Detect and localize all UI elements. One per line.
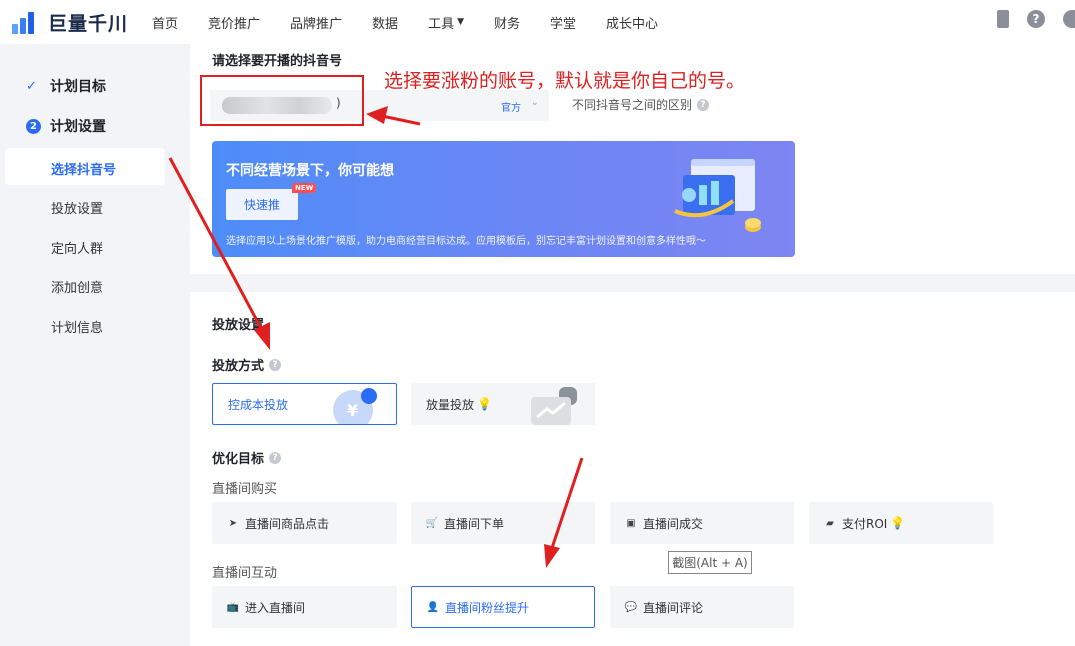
annotation-text: 选择要涨粉的账号，默认就是你自己的号。 — [384, 70, 746, 92]
nav-bidding[interactable]: 竞价推广 — [208, 13, 260, 32]
step-plan-settings[interactable]: 2 计划设置 — [26, 116, 106, 136]
account-diff-label: 不同抖音号之间的区别 — [572, 98, 693, 112]
help-icon[interactable]: ? — [1027, 10, 1045, 28]
target-product-click[interactable]: ➤ 直播间商品点击 — [212, 502, 397, 544]
yuan-icon: ¥ — [333, 388, 377, 424]
new-badge: NEW — [292, 183, 317, 193]
target-fans-growth[interactable]: 👤 直播间粉丝提升 — [411, 586, 595, 628]
add-icon[interactable] — [1063, 10, 1075, 28]
target-pay-roi-label: 支付ROI — [842, 516, 888, 531]
user-add-icon: 👤 — [426, 601, 440, 613]
question-icon[interactable]: ? — [269, 358, 282, 371]
nav-brand[interactable]: 品牌推广 — [290, 13, 342, 32]
top-icon-group: ? — [997, 10, 1075, 28]
logo-icon — [12, 10, 42, 34]
bulb-icon: 💡 — [890, 516, 906, 530]
target-fans-growth-label: 直播间粉丝提升 — [445, 600, 530, 615]
chevron-down-icon: ⌄ — [530, 97, 539, 108]
target-comment-label: 直播间评论 — [643, 600, 704, 615]
target-enter-live-label: 进入直播间 — [245, 600, 306, 615]
quick-promote-button[interactable]: 快速推 — [226, 189, 298, 220]
target-pay-roi[interactable]: ▰ 支付ROI 💡 — [809, 502, 993, 544]
nav-finance[interactable]: 财务 — [494, 13, 520, 32]
brand-logo[interactable]: 巨量千川 — [12, 9, 152, 36]
group-live-interaction: 直播间互动 — [212, 566, 278, 581]
step-number-badge: 2 — [26, 118, 41, 134]
bulb-icon: 💡 — [477, 397, 492, 411]
nav-growth[interactable]: 成长中心 — [606, 13, 658, 32]
account-section-title: 请选择要开播的抖音号 — [212, 54, 343, 69]
substep-delivery-settings[interactable]: 投放设置 — [51, 198, 103, 217]
target-comment[interactable]: 💬 直播间评论 — [610, 586, 794, 628]
cart-icon: 🛒 — [425, 517, 439, 529]
substep-select-account[interactable]: 选择抖音号 — [51, 159, 116, 178]
optimize-label-row: 优化目标 ? — [212, 448, 282, 467]
send-icon: ➤ — [228, 517, 238, 529]
main-nav: 首页 竞价推广 品牌推广 数据 工具 ▼ 财务 学堂 成长中心 — [152, 13, 688, 32]
banner-title: 不同经营场景下，你可能想 — [226, 163, 394, 179]
nav-data[interactable]: 数据 — [372, 13, 398, 32]
yuan-symbol: ¥ — [347, 401, 358, 420]
step-plan-settings-label: 计划设置 — [50, 119, 106, 135]
delivery-mode-label: 投放方式 — [212, 359, 265, 374]
optimize-label: 优化目标 — [212, 452, 265, 467]
question-icon[interactable]: ? — [697, 98, 710, 111]
caret-down-icon: ▼ — [457, 17, 464, 27]
official-tag: 官方 — [501, 103, 521, 114]
mode-cost-control-label: 控成本投放 — [228, 397, 289, 412]
target-order[interactable]: 🛒 直播间下单 — [411, 502, 595, 544]
nav-tools[interactable]: 工具 ▼ — [428, 13, 464, 32]
template-banner: 不同经营场景下，你可能想 快速推 NEW 选择应用以上场景化推广模版，助力电商经… — [212, 141, 795, 257]
substep-plan-info[interactable]: 计划信息 — [51, 317, 103, 336]
delivery-section-title: 投放设置 — [212, 318, 265, 333]
mode-cost-control[interactable]: 控成本投放 ¥ — [212, 383, 397, 425]
target-enter-live[interactable]: 📺 进入直播间 — [212, 586, 397, 628]
wallet-icon: ▰ — [826, 517, 834, 529]
check-icon: ✓ — [26, 78, 37, 94]
delivery-mode-label-row: 投放方式 ? — [212, 355, 282, 374]
nav-tools-label: 工具 — [428, 16, 455, 32]
question-icon[interactable]: ? — [269, 451, 282, 464]
banner-description: 选择应用以上场景化推广模版，助力电商经营目标达成。应用模板后，别忘记丰富计划设置… — [226, 236, 706, 247]
step-sidebar: ✓ 计划目标 2 计划设置 选择抖音号 投放设置 定向人群 添加创意 计划信息 — [0, 44, 180, 646]
target-order-label: 直播间下单 — [444, 516, 505, 531]
account-diff-link[interactable]: 不同抖音号之间的区别 ? — [572, 96, 710, 113]
mode-volume-label: 放量投放 — [426, 397, 475, 412]
bag-icon: ▣ — [626, 517, 636, 529]
dashboard-illustration-icon — [674, 159, 761, 232]
screenshot-tooltip: 截图(Alt + A) — [668, 551, 752, 574]
phone-icon[interactable] — [997, 10, 1009, 28]
target-product-click-label: 直播间商品点击 — [245, 516, 330, 531]
account-panel: 请选择要开播的抖音号 ) 官方 ⌄ 不同抖音号之间的区别 ? 选择要涨粉的账号，… — [190, 44, 1075, 274]
trend-chart-icon — [531, 387, 577, 425]
tv-icon: 📺 — [226, 601, 240, 613]
brand-name: 巨量千川 — [48, 12, 129, 35]
substep-add-creative[interactable]: 添加创意 — [51, 277, 103, 296]
nav-academy[interactable]: 学堂 — [550, 13, 576, 32]
delivery-panel: 投放设置 投放方式 ? 控成本投放 ¥ 放量投放 💡 优化目标 ? 直播间购买 … — [190, 292, 1075, 646]
nav-home[interactable]: 首页 — [152, 13, 178, 32]
target-deal-label: 直播间成交 — [643, 516, 704, 531]
target-deal[interactable]: ▣ 直播间成交 — [610, 502, 794, 544]
mode-volume[interactable]: 放量投放 💡 — [411, 383, 595, 425]
step-plan-goal-label: 计划目标 — [50, 79, 106, 95]
comment-icon: 💬 — [624, 601, 638, 613]
group-live-purchase: 直播间购买 — [212, 482, 278, 497]
substep-targeting[interactable]: 定向人群 — [51, 238, 103, 257]
top-navbar: 巨量千川 首页 竞价推广 品牌推广 数据 工具 ▼ 财务 学堂 成长中心 ? — [0, 0, 1075, 44]
annotation-highlight-box — [200, 75, 364, 126]
step-plan-goal[interactable]: ✓ 计划目标 — [26, 76, 106, 96]
